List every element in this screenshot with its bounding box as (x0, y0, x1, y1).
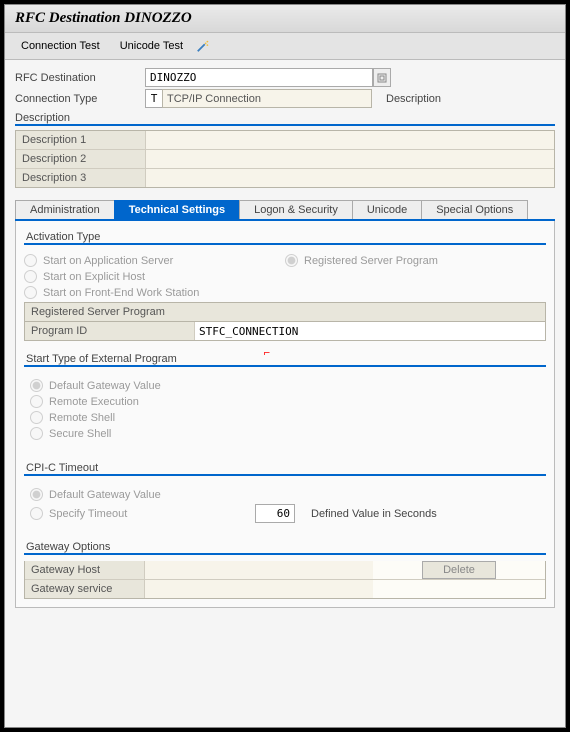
unicode-test-button[interactable]: Unicode Test (112, 36, 191, 56)
radio-remote-shell (30, 411, 43, 424)
description-group-title: Description (15, 110, 555, 126)
radio-cpic-specify (30, 507, 43, 520)
desc-row-1: Description 1 (16, 131, 554, 150)
tab-technical-settings[interactable]: Technical Settings (114, 200, 240, 219)
gateway-host-label: Gateway Host (25, 561, 145, 579)
label-cpic-default: Default Gateway Value (49, 489, 161, 501)
registered-server-title: Registered Server Program (25, 303, 545, 322)
label-cpic-specify: Specify Timeout (49, 508, 249, 520)
desc1-input[interactable] (146, 131, 554, 149)
toolbar: Connection Test Unicode Test (5, 33, 565, 60)
label-start-app-server: Start on Application Server (43, 255, 173, 267)
gateway-options-title: Gateway Options (24, 539, 546, 555)
start-type-title: Start Type of External Program ⌐ (24, 351, 546, 367)
connection-test-button[interactable]: Connection Test (13, 36, 108, 56)
program-id-label: Program ID (25, 322, 195, 340)
label-start-frontend: Start on Front-End Work Station (43, 287, 199, 299)
delete-button[interactable]: Delete (422, 561, 496, 579)
gateway-service-label: Gateway service (25, 580, 145, 598)
wand-icon[interactable] (195, 39, 211, 53)
gateway-service-input[interactable] (145, 580, 373, 598)
rfc-destination-label: RFC Destination (15, 72, 145, 84)
radio-start-explicit-host (24, 270, 37, 283)
description-table: Description 1 Description 2 Description … (15, 130, 555, 188)
rfc-destination-input[interactable] (145, 68, 373, 87)
search-help-icon[interactable] (373, 68, 391, 87)
label-default-gateway: Default Gateway Value (49, 380, 161, 392)
tab-special-options[interactable]: Special Options (421, 200, 528, 219)
radio-remote-execution (30, 395, 43, 408)
label-remote-execution: Remote Execution (49, 396, 139, 408)
tab-unicode[interactable]: Unicode (352, 200, 422, 219)
connection-type-code[interactable] (145, 89, 163, 108)
registered-server-box: Registered Server Program Program ID (24, 302, 546, 341)
activation-type-title: Activation Type (24, 229, 546, 245)
highlight-marker-icon: ⌐ (264, 347, 270, 359)
description-header-label: Description (386, 93, 441, 105)
desc1-label: Description 1 (16, 131, 146, 149)
desc-row-2: Description 2 (16, 150, 554, 169)
desc2-input[interactable] (146, 150, 554, 168)
label-start-explicit-host: Start on Explicit Host (43, 271, 145, 283)
desc2-label: Description 2 (16, 150, 146, 168)
desc3-input[interactable] (146, 169, 554, 187)
sap-window: RFC Destination DINOZZO Connection Test … (4, 4, 566, 728)
gateway-host-input[interactable] (145, 561, 373, 579)
timeout-input[interactable] (255, 504, 295, 523)
radio-start-app-server (24, 254, 37, 267)
program-id-input[interactable] (195, 322, 545, 340)
connection-type-text (162, 89, 372, 108)
label-secure-shell: Secure Shell (49, 428, 111, 440)
tab-logon-security[interactable]: Logon & Security (239, 200, 353, 219)
timeout-unit-label: Defined Value in Seconds (311, 508, 437, 520)
label-registered-server: Registered Server Program (304, 255, 438, 267)
desc3-label: Description 3 (16, 169, 146, 187)
desc-row-3: Description 3 (16, 169, 554, 187)
content-area: RFC Destination Connection Type Descript… (5, 60, 565, 727)
connection-type-label: Connection Type (15, 93, 145, 105)
cpic-timeout-title: CPI-C Timeout (24, 460, 546, 476)
tab-administration[interactable]: Administration (15, 200, 115, 219)
radio-default-gateway (30, 379, 43, 392)
label-remote-shell: Remote Shell (49, 412, 115, 424)
tabstrip: Administration Technical Settings Logon … (15, 200, 555, 221)
start-type-title-text: Start Type of External Program (26, 353, 177, 365)
window-title: RFC Destination DINOZZO (5, 5, 565, 33)
radio-start-frontend (24, 286, 37, 299)
tab-body: Activation Type Start on Application Ser… (15, 221, 555, 608)
radio-cpic-default (30, 488, 43, 501)
radio-registered-server (285, 254, 298, 267)
radio-secure-shell (30, 427, 43, 440)
gateway-box: Gateway Host Delete Gateway service (24, 561, 546, 599)
